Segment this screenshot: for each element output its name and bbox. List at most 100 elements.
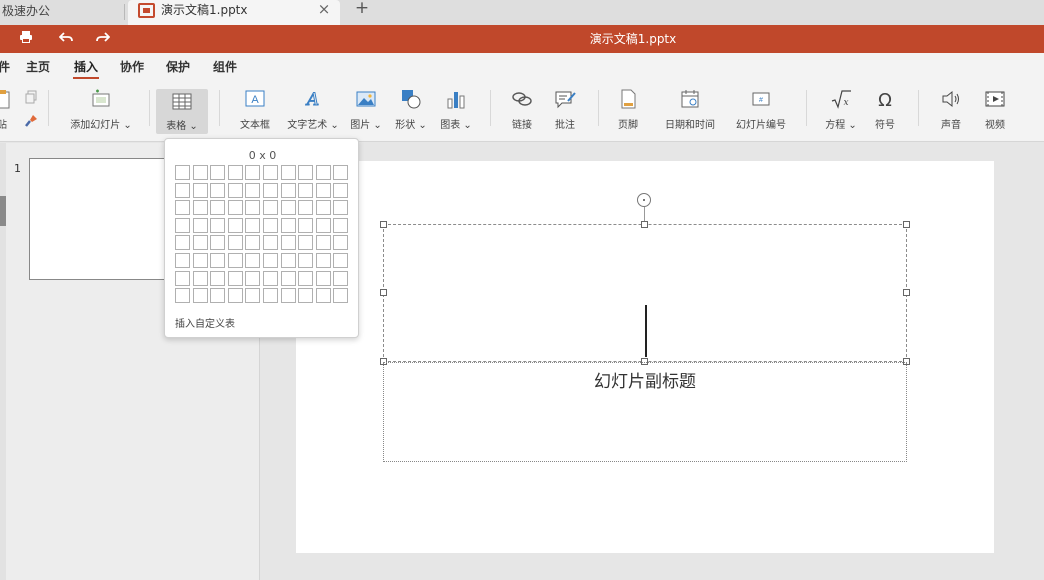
- table-grid-cell[interactable]: [315, 288, 331, 304]
- table-grid-cell[interactable]: [227, 200, 243, 216]
- table-grid-cell[interactable]: [333, 253, 349, 268]
- table-grid-cell[interactable]: [280, 253, 296, 268]
- close-tab-icon[interactable]: ×: [316, 0, 332, 18]
- audio-button[interactable]: 声音: [934, 88, 968, 136]
- shape-button[interactable]: 形状 ⌄: [391, 88, 431, 136]
- table-grid-cell[interactable]: [298, 235, 314, 251]
- copy-button[interactable]: [22, 90, 40, 108]
- table-grid-cell[interactable]: [192, 288, 208, 304]
- chart-button[interactable]: 图表 ⌄: [436, 88, 476, 136]
- table-grid-cell[interactable]: [315, 217, 331, 233]
- table-grid-cell[interactable]: [315, 182, 331, 198]
- table-grid-cell[interactable]: [263, 165, 278, 180]
- table-grid-cell[interactable]: [175, 182, 190, 198]
- table-grid-cell[interactable]: [298, 253, 314, 268]
- table-grid-cell[interactable]: [315, 270, 331, 286]
- table-grid-cell[interactable]: [245, 288, 261, 304]
- table-grid-cell[interactable]: [333, 270, 349, 286]
- table-grid-cell[interactable]: [192, 200, 208, 216]
- link-button[interactable]: 链接: [504, 88, 540, 136]
- table-grid-cell[interactable]: [315, 165, 331, 180]
- table-grid-cell[interactable]: [333, 182, 349, 198]
- slide-number-button[interactable]: # 幻灯片编号: [728, 88, 794, 136]
- symbol-button[interactable]: Ω 符号: [868, 88, 902, 136]
- table-grid-cell[interactable]: [263, 288, 278, 304]
- table-grid-cell[interactable]: [210, 235, 226, 251]
- datetime-button[interactable]: 日期和时间: [657, 88, 723, 136]
- video-button[interactable]: 视频: [978, 88, 1012, 136]
- footer-button[interactable]: 页脚: [610, 88, 646, 136]
- table-grid-cell[interactable]: [298, 270, 314, 286]
- tab-plugins[interactable]: 组件: [213, 58, 237, 75]
- table-grid-cell[interactable]: [298, 182, 314, 198]
- table-grid-cell[interactable]: [227, 270, 243, 286]
- slide-thumbnail[interactable]: [29, 158, 179, 280]
- panel-collapse-handle[interactable]: [0, 196, 6, 226]
- table-grid-cell[interactable]: [175, 235, 190, 251]
- resize-handle[interactable]: [903, 221, 910, 228]
- table-grid-cell[interactable]: [245, 182, 261, 198]
- table-grid-cell[interactable]: [280, 288, 296, 304]
- resize-handle[interactable]: [380, 289, 387, 296]
- table-grid-cell[interactable]: [263, 200, 278, 216]
- table-grid-cell[interactable]: [175, 270, 190, 286]
- tab-document[interactable]: 演示文稿1.pptx ×: [128, 0, 340, 25]
- table-grid-cell[interactable]: [245, 235, 261, 251]
- table-grid-cell[interactable]: [263, 217, 278, 233]
- table-grid-cell[interactable]: [192, 270, 208, 286]
- table-grid-cell[interactable]: [192, 165, 208, 180]
- table-grid-cell[interactable]: [263, 270, 278, 286]
- table-grid-cell[interactable]: [333, 217, 349, 233]
- table-grid-cell[interactable]: [227, 288, 243, 304]
- table-grid-cell[interactable]: [210, 270, 226, 286]
- table-grid-cell[interactable]: [298, 288, 314, 304]
- table-grid-cell[interactable]: [315, 200, 331, 216]
- insert-custom-table-link[interactable]: 插入自定义表: [175, 315, 235, 330]
- table-button[interactable]: 表格 ⌄: [156, 89, 208, 134]
- table-grid-cell[interactable]: [192, 217, 208, 233]
- table-grid-cell[interactable]: [227, 217, 243, 233]
- tab-insert[interactable]: 插入: [74, 58, 98, 75]
- paste-button[interactable]: 贴: [0, 88, 12, 136]
- table-grid-cell[interactable]: [175, 217, 190, 233]
- table-grid-cell[interactable]: [210, 288, 226, 304]
- table-grid-cell[interactable]: [315, 253, 331, 268]
- table-grid-cell[interactable]: [333, 235, 349, 251]
- comment-button[interactable]: 批注: [547, 88, 583, 136]
- table-grid-cell[interactable]: [315, 235, 331, 251]
- resize-handle[interactable]: [641, 221, 648, 228]
- table-grid-cell[interactable]: [263, 253, 278, 268]
- tab-collaborate[interactable]: 协作: [120, 58, 144, 75]
- table-grid-cell[interactable]: [175, 165, 190, 180]
- table-grid-cell[interactable]: [298, 217, 314, 233]
- table-grid-cell[interactable]: [227, 182, 243, 198]
- table-grid-cell[interactable]: [280, 235, 296, 251]
- image-button[interactable]: 图片 ⌄: [346, 88, 386, 136]
- table-grid-cell[interactable]: [210, 182, 226, 198]
- table-grid-cell[interactable]: [210, 165, 226, 180]
- resize-handle[interactable]: [903, 289, 910, 296]
- table-grid-cell[interactable]: [280, 200, 296, 216]
- table-grid-cell[interactable]: [175, 288, 190, 304]
- table-grid-cell[interactable]: [263, 182, 278, 198]
- table-grid-cell[interactable]: [245, 270, 261, 286]
- format-painter-button[interactable]: [22, 114, 40, 132]
- tab-protect[interactable]: 保护: [166, 58, 190, 75]
- table-grid-cell[interactable]: [263, 235, 278, 251]
- table-grid-cell[interactable]: [192, 235, 208, 251]
- add-slide-button[interactable]: 添加幻灯片 ⌄: [66, 88, 136, 136]
- table-grid-cell[interactable]: [280, 165, 296, 180]
- tab-home-ribbon[interactable]: 主页: [26, 58, 50, 75]
- equation-button[interactable]: x 方程 ⌄: [822, 88, 860, 136]
- table-grid-cell[interactable]: [192, 182, 208, 198]
- new-tab-button[interactable]: +: [354, 0, 370, 17]
- table-grid-cell[interactable]: [280, 217, 296, 233]
- table-grid-cell[interactable]: [192, 253, 208, 268]
- table-grid-cell[interactable]: [245, 165, 261, 180]
- table-grid-cell[interactable]: [280, 270, 296, 286]
- table-grid-cell[interactable]: [245, 253, 261, 268]
- table-grid-cell[interactable]: [333, 165, 349, 180]
- table-grid-cell[interactable]: [175, 253, 190, 268]
- table-grid-cell[interactable]: [298, 200, 314, 216]
- tab-file[interactable]: 件: [0, 58, 10, 75]
